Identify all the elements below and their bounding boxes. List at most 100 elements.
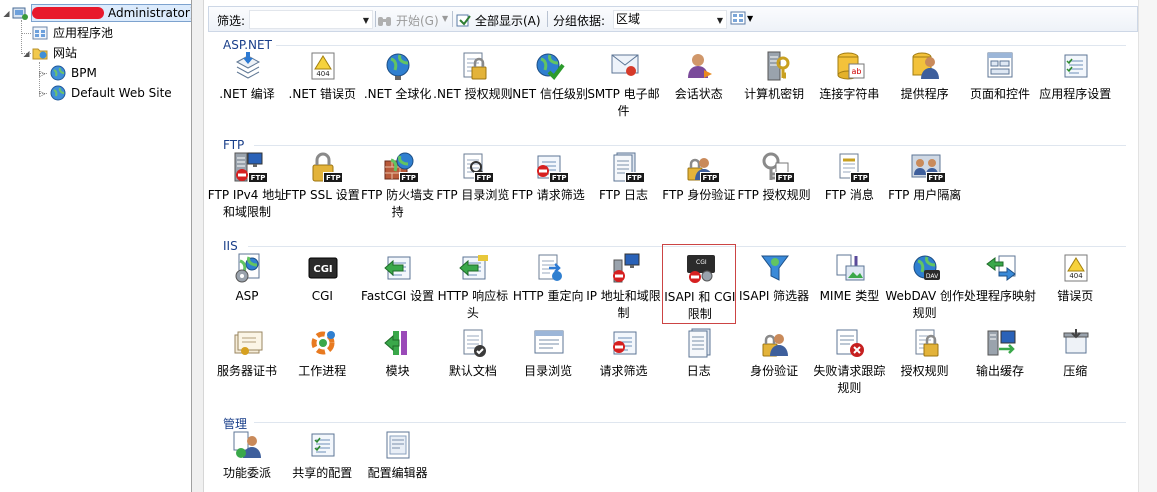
splitter-line xyxy=(203,0,204,492)
feature-tile-dir-browse[interactable]: 目录浏览 xyxy=(511,319,585,399)
feature-tile-ftp-auth[interactable]: FTP FTP 身份验证 xyxy=(662,143,736,223)
output-cache-icon xyxy=(985,327,1017,359)
feature-tile-label: 会话状态 xyxy=(674,87,723,101)
feature-tile-ftp-filter[interactable]: FTP FTP 请求筛选 xyxy=(511,143,585,223)
feature-tile-ftp-ssl[interactable]: FTP FTP SSL 设置 xyxy=(285,143,360,223)
tree-node-bpm[interactable]: BPM xyxy=(50,64,99,82)
feature-tile-label: WebDAV 创作规则 xyxy=(885,289,965,320)
feature-tile-http-headers[interactable]: HTTP 响应标头 xyxy=(436,244,510,324)
start-dropdown-arrow-icon[interactable]: ▼ xyxy=(442,14,448,23)
feature-tile-isapi-filter[interactable]: ISAPI 筛选器 xyxy=(737,244,811,324)
feature-tile-label: HTTP 重定向 xyxy=(512,289,584,303)
feature-tile-label: 模块 xyxy=(385,364,410,378)
feature-tile-smtp[interactable]: SMTP 电子邮件 xyxy=(587,42,661,122)
view-dropdown-arrow-icon[interactable]: ▼ xyxy=(747,14,753,23)
app-pool-icon xyxy=(32,25,48,41)
feature-tile-label: FTP 消息 xyxy=(824,188,874,202)
feature-tile-output-cache[interactable]: 输出缓存 xyxy=(963,319,1037,399)
feature-tile-ftp-isolation[interactable]: FTP FTP 用户隔离 xyxy=(888,143,962,223)
binoculars-icon xyxy=(378,16,391,26)
feature-tile-label: 身份验证 xyxy=(750,364,799,378)
expand-arrow-icon[interactable]: ▷ xyxy=(38,69,47,78)
connection-string-icon: ab xyxy=(834,50,866,82)
collapse-arrow-icon[interactable]: ◢ xyxy=(22,49,31,58)
feature-tile-ftp-message[interactable]: FTP FTP 消息 xyxy=(812,143,886,223)
pages-controls-icon xyxy=(985,50,1017,82)
feature-tile-authentication[interactable]: 身份验证 xyxy=(737,319,811,399)
view-mode-button[interactable]: ▼ xyxy=(730,11,753,25)
feature-tile-ftp-log[interactable]: FTP FTP 日志 xyxy=(587,143,661,223)
feature-tile-connection-string[interactable]: ab 连接字符串 xyxy=(812,42,886,122)
redirect-icon xyxy=(533,252,565,284)
connections-tree[interactable]: ◢ Administrator) 应用程序池 ◢ 网站 ▷ BPM ▷ Defa… xyxy=(0,0,198,492)
feature-tile-error-page[interactable]: 404 错误页 xyxy=(1038,244,1112,324)
feature-tile-ftp-authz[interactable]: FTP FTP 授权规则 xyxy=(737,143,811,223)
feature-tile-error-page[interactable]: 404 .NET 错误页 xyxy=(285,42,359,122)
feature-tile-failed-trace[interactable]: 失败请求跟踪规则 xyxy=(812,319,886,399)
group-by-value: 区域 xyxy=(616,12,641,26)
dir-browse-icon xyxy=(533,327,565,359)
feature-tile-log[interactable]: 日志 xyxy=(662,319,736,399)
isapi-filter-icon xyxy=(759,252,791,284)
feature-tile-handler[interactable]: 处理程序映射 xyxy=(963,244,1037,324)
modules-icon xyxy=(383,327,415,359)
feature-tile-label: 配置编辑器 xyxy=(367,466,428,480)
feature-tile-label: ISAPI 筛选器 xyxy=(739,289,810,303)
show-all-button[interactable]: 全部显示(A) xyxy=(456,12,541,29)
feature-tile-isapi-cgi[interactable]: CGI ISAPI 和 CGI 限制 xyxy=(661,244,736,324)
tree-node-sites[interactable]: 网站 xyxy=(32,44,79,62)
dropdown-arrow-icon[interactable]: ▼ xyxy=(363,12,369,29)
feature-tile-label: 日志 xyxy=(686,364,711,378)
toolbar-separator xyxy=(452,11,453,27)
tree-node-default-web-site[interactable]: Default Web Site xyxy=(50,84,174,102)
feature-tile-session[interactable]: 会话状态 xyxy=(662,42,736,122)
feature-tile-asp[interactable]: ASP xyxy=(210,244,284,324)
feature-tile-shared-config[interactable]: 共享的配置 xyxy=(285,421,359,492)
group-by-select[interactable]: 区域 ▼ xyxy=(613,10,727,29)
features-view: ASP.NET FTP IIS 管理 .NET 编译 404 .NET 错误页 .NE… xyxy=(208,32,1138,492)
feature-tile-ftp-firewall[interactable]: FTP FTP 防火墙支持 xyxy=(361,143,435,223)
feature-tile-globe[interactable]: .NET 全球化 xyxy=(361,42,435,122)
feature-tile-ip-restrict[interactable]: IP 地址和域限制 xyxy=(586,244,661,324)
feature-tile-config-editor[interactable]: 配置编辑器 xyxy=(361,421,435,492)
ftp-badge: FTP xyxy=(624,172,645,183)
feature-tile-providers[interactable]: 提供程序 xyxy=(888,42,962,122)
vertical-scrollbar[interactable] xyxy=(1138,0,1157,492)
trust-level-icon xyxy=(533,50,565,82)
feature-tile-machine-key[interactable]: 计算机密钥 xyxy=(737,42,811,122)
tree-node-app-pools[interactable]: 应用程序池 xyxy=(32,24,115,42)
filter-input[interactable]: ▼ xyxy=(249,10,373,29)
feature-tile-request-filter[interactable]: 请求筛选 xyxy=(587,319,661,399)
start-filter-button[interactable]: 开始(G) xyxy=(377,12,439,29)
feature-tile-label: .NET 编译 xyxy=(219,87,275,101)
feature-tile-label: 功能委派 xyxy=(222,466,271,480)
feature-tile-auth-rules[interactable]: .NET 授权规则 xyxy=(433,42,513,122)
feature-toolbar: 筛选: ▼ 开始(G) ▼ 全部显示(A) 分组依据: 区域 ▼ ▼ xyxy=(208,6,1138,32)
feature-tile-webdav[interactable]: DAV WebDAV 创作规则 xyxy=(885,244,964,324)
feature-tile-ftp-ip[interactable]: FTP FTP IPv4 地址和域限制 xyxy=(208,143,286,223)
feature-tile-modules[interactable]: 模块 xyxy=(361,319,435,399)
feature-tile-cgi[interactable]: CGI CGI xyxy=(285,244,359,324)
feature-tile-app-settings[interactable]: 应用程序设置 xyxy=(1038,42,1112,122)
ftp-authz-icon: FTP xyxy=(759,151,796,183)
feature-tile-redirect[interactable]: HTTP 重定向 xyxy=(511,244,585,324)
feature-tile-certificate[interactable]: 服务器证书 xyxy=(210,319,284,399)
feature-tile-compression[interactable]: 压缩 xyxy=(1038,319,1112,399)
feature-tile-fastcgi[interactable]: FastCGI 设置 xyxy=(361,244,435,324)
feature-tile-trust-level[interactable]: .NET 信任级别 xyxy=(508,42,588,122)
feature-tile-label: FTP 请求筛选 xyxy=(511,188,585,202)
feature-tile-authorization[interactable]: 授权规则 xyxy=(888,319,962,399)
feature-tile-worker-process[interactable]: 工作进程 xyxy=(285,319,359,399)
shared-config-icon xyxy=(307,429,339,461)
feature-tile-compile[interactable]: .NET 编译 xyxy=(210,42,284,122)
feature-tile-mime[interactable]: MIME 类型 xyxy=(812,244,886,324)
feature-tile-pages-controls[interactable]: 页面和控件 xyxy=(963,42,1037,122)
collapse-arrow-icon[interactable]: ◢ xyxy=(2,9,11,18)
feature-tile-default-doc[interactable]: 默认文档 xyxy=(436,319,510,399)
dropdown-arrow-icon[interactable]: ▼ xyxy=(717,12,723,29)
start-filter-label: 开始(G) xyxy=(396,14,439,28)
svg-text:CGI: CGI xyxy=(314,264,333,275)
feature-tile-ftp-dir[interactable]: FTP FTP 目录浏览 xyxy=(436,143,510,223)
feature-tile-delegation[interactable]: 功能委派 xyxy=(210,421,284,492)
expand-arrow-icon[interactable]: ▷ xyxy=(38,89,47,98)
